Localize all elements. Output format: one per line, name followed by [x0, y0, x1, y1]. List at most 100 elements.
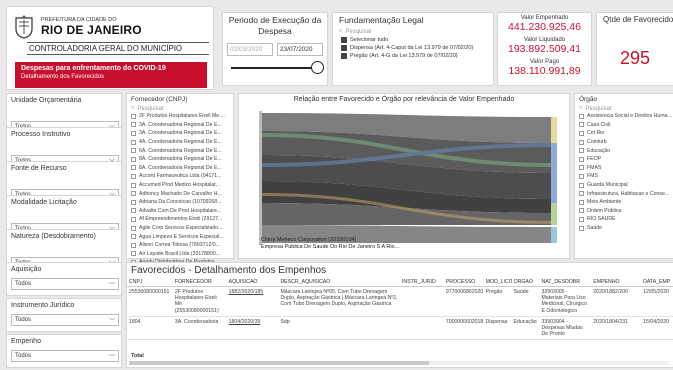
- table-cell[interactable]: 1804/2020/39: [227, 319, 279, 338]
- orgao-list: Assistencia Social e Direitos Huma... Cas…: [575, 112, 673, 232]
- kpi-liquidado-value: 193.892.509,41: [508, 43, 581, 55]
- filter-label: Modalidade Licitação: [11, 199, 77, 206]
- table-column-header[interactable]: EMPENHO: [591, 279, 641, 285]
- list-item-label: Air Liquide Brasil Ltda (33178800...: [139, 250, 221, 257]
- checkbox-icon: [579, 122, 584, 128]
- list-item-label: 8A. Coordenadoria Regional De E...: [139, 164, 222, 171]
- table-cell: 3A. Coordenadoria: [174, 318, 219, 325]
- list-item[interactable]: 8A. Coordenadoria Regional De E...: [127, 155, 233, 164]
- list-item[interactable]: Agua Limpeza E Servicos Especial...: [127, 232, 233, 241]
- list-item[interactable]: Casa Civil: [575, 121, 673, 130]
- list-item[interactable]: Adhoncy Machado De Carvalho H...: [127, 189, 233, 198]
- list-item[interactable]: 3A. Coordenadoria Regional De E...: [127, 121, 233, 130]
- list-item[interactable]: Alison Correa Toliosa (7893712/0...: [127, 241, 233, 250]
- filter-label: Empenho: [11, 338, 41, 345]
- period-start-input[interactable]: 02/03/2020: [227, 43, 273, 56]
- orgao-search[interactable]: ⌕ Pesquisar: [575, 105, 673, 112]
- period-end-input[interactable]: 23/07/2020: [277, 43, 323, 56]
- fornecedor-list: 2F Produtos Hospitalares Eireli Me ... 3A…: [127, 112, 233, 267]
- search-icon: ⌕: [131, 105, 135, 111]
- checkbox-icon: [579, 191, 584, 197]
- table-cell: Sdp: [280, 318, 290, 325]
- filter-aquisicao: Aquisição Todos ﹀: [6, 262, 122, 296]
- period-slider-handle[interactable]: [311, 61, 324, 74]
- list-item[interactable]: Guarda Municipal: [575, 181, 673, 190]
- list-item[interactable]: Assistencia Social e Direitos Huma...: [575, 112, 673, 121]
- list-item[interactable]: 8A. Coordenadoria Regional De E...: [127, 164, 233, 173]
- list-item[interactable]: 2F Produtos Hospitalares Eireli Me ...: [127, 112, 233, 121]
- table-row[interactable]: 25530080000151 2F Produtos Hospitalares E…: [127, 287, 673, 317]
- list-item[interactable]: RIO SAUDE: [575, 215, 673, 224]
- list-item[interactable]: Comlurb: [575, 138, 673, 147]
- sankey-chart[interactable]: China Meheco Corporation (20150104) Empr…: [239, 103, 569, 253]
- list-item[interactable]: 3A. Coordenadoria Regional De E...: [127, 129, 233, 138]
- sankey-node-label: China Meheco Corporation (20150104): [261, 237, 357, 243]
- list-item[interactable]: Air Liquide Brasil Ltda (33178800...: [127, 250, 233, 259]
- table-column-header[interactable]: INSTR_JURID: [400, 279, 444, 285]
- fundamentacao-option-all[interactable]: Selecionar tudo: [333, 36, 493, 44]
- filter-label: Fonte de Recurso: [11, 165, 67, 172]
- list-item[interactable]: Educação: [575, 146, 673, 155]
- checkbox-icon: [131, 234, 136, 240]
- fundamentacao-option-dispensa[interactable]: Dispensa (Art. 4-Caput da Lei 13.979 de …: [333, 44, 493, 52]
- banner-subtitle: Detalhamento dos Favorecidos: [21, 74, 105, 80]
- filter-label: Instrumento Jurídico: [11, 302, 75, 309]
- list-item[interactable]: Agile Corp Servicos Especializado...: [127, 224, 233, 233]
- fundamentacao-search[interactable]: ⌕ Pesquisar: [333, 27, 493, 36]
- list-item[interactable]: Accord Farmaceutica Ltda (04171...: [127, 172, 233, 181]
- list-item[interactable]: FEOP: [575, 155, 673, 164]
- list-item[interactable]: Accumed Prod Medico Hospitalar...: [127, 181, 233, 190]
- checkbox-icon: [579, 182, 584, 188]
- list-item[interactable]: Meio Ambiente: [575, 198, 673, 207]
- sankey-right-node[interactable]: [551, 117, 557, 143]
- table-column-header[interactable]: NAT_DESDOBR: [539, 279, 591, 285]
- list-item-label: FEOP: [587, 156, 602, 163]
- table-column-header[interactable]: CNPJ: [127, 279, 173, 285]
- table-row[interactable]: 1804 3A. Coordenadoria 1804/2020/39 Sdp 7000…: [127, 317, 673, 341]
- list-item-label: Accumed Prod Medico Hospitalar...: [139, 182, 221, 189]
- filter-dropdown[interactable]: Todos ﹀: [11, 350, 119, 362]
- filter-dropdown[interactable]: Todos ﹀: [11, 278, 119, 290]
- list-item[interactable]: Advalta Com De Prod Hospitalare...: [127, 207, 233, 216]
- scrollbar-thumb[interactable]: [129, 361, 429, 365]
- fornecedor-search[interactable]: ⌕ Pesquisar: [127, 105, 233, 112]
- option-label: Pregão (Art. 4-G da Lei 13.979 de 07/02/…: [350, 53, 458, 59]
- table-column-header[interactable]: PROCESSO: [444, 279, 484, 285]
- list-item[interactable]: FMS: [575, 172, 673, 181]
- period-slider-track[interactable]: [231, 67, 317, 69]
- table-column-header[interactable]: FORNECEDOR: [173, 279, 227, 285]
- horizontal-scrollbar[interactable]: [129, 361, 669, 365]
- table-column-header[interactable]: AQUISICAO: [227, 279, 279, 285]
- table-total-label: Total: [131, 353, 144, 359]
- list-item[interactable]: Cet Rio: [575, 129, 673, 138]
- checkbox-icon: [579, 165, 584, 171]
- table-column-header[interactable]: MOD_LICIT: [484, 279, 512, 285]
- orgao-search-placeholder: Pesquisar: [585, 105, 613, 112]
- table-column-header[interactable]: ORGAO: [512, 279, 540, 285]
- list-item[interactable]: Ordem Pública: [575, 207, 673, 216]
- list-item[interactable]: Af Empreendimentos Eireli (29127...: [127, 215, 233, 224]
- list-item[interactable]: Infraestrutura, Habitacao e Conse...: [575, 189, 673, 198]
- fundamentacao-option-pregao[interactable]: Pregão (Art. 4-G da Lei 13.979 de 07/02/…: [333, 52, 493, 60]
- list-item[interactable]: FMAS: [575, 164, 673, 173]
- city-crest-icon: [15, 15, 33, 39]
- kpi-qtde-value: 295: [619, 48, 651, 68]
- list-item[interactable]: 6A. Coordenadoria Regional De E...: [127, 146, 233, 155]
- table-cell[interactable]: 1882/2020/185: [227, 289, 279, 314]
- table-column-header[interactable]: DESCR_AQUISICAO: [278, 279, 400, 285]
- sankey-right-node[interactable]: [551, 143, 557, 203]
- kpi-qtde-label: Qtde de Favorecidos: [603, 15, 673, 24]
- checkbox-icon: [131, 139, 136, 145]
- filter-dropdown[interactable]: Todos ﹀: [11, 314, 119, 326]
- checkbox-icon: [131, 191, 136, 197]
- sankey-right-node[interactable]: [551, 227, 557, 243]
- table-cell: 1804: [129, 318, 141, 325]
- sankey-right-node[interactable]: [551, 203, 557, 225]
- list-item[interactable]: 4A. Coordenadoria Regional De E...: [127, 138, 233, 147]
- search-icon: ⌕: [579, 105, 583, 111]
- table-cell: 12/05/2020: [643, 289, 670, 295]
- table-column-header[interactable]: DATA_EMP: [641, 279, 673, 285]
- table-header: CNPJ FORNECEDOR AQUISICAO DESCR_AQUISICAO IN…: [127, 278, 673, 287]
- list-item[interactable]: Adriana Da Conceicao (10709268...: [127, 198, 233, 207]
- list-item[interactable]: Saúde: [575, 224, 673, 233]
